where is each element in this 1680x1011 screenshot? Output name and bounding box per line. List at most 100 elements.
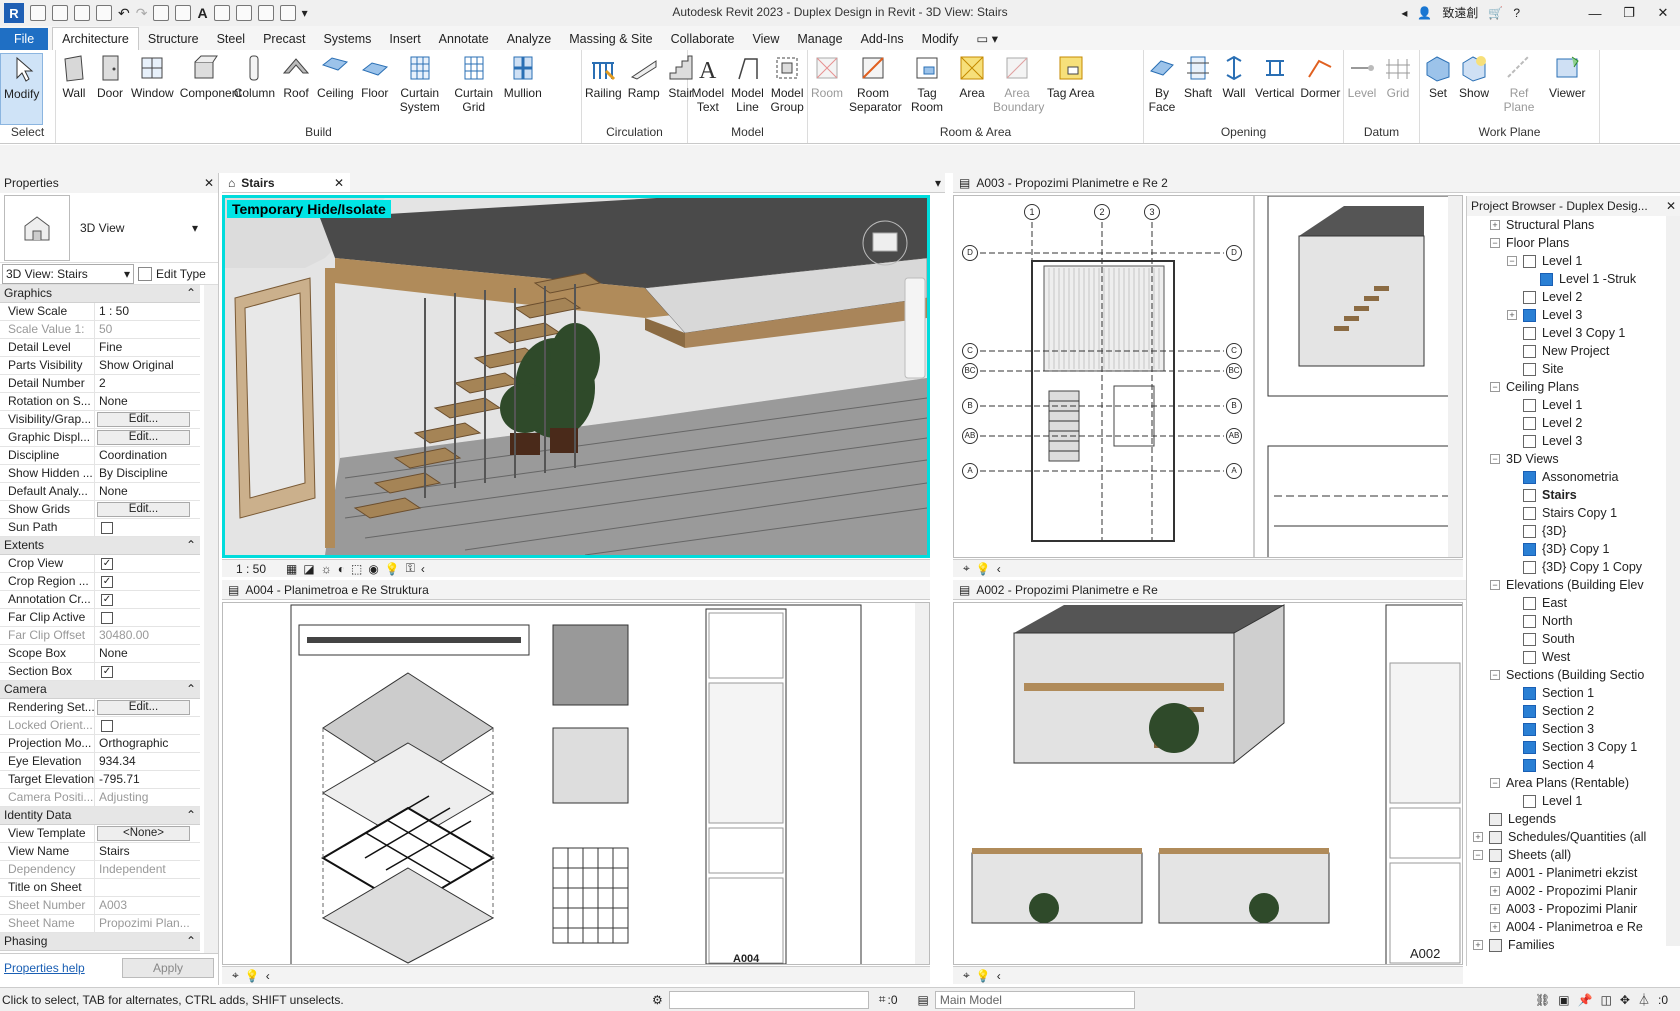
tree-item[interactable]: {3D} Copy 1 — [1467, 540, 1680, 558]
tree-item[interactable]: Site — [1467, 360, 1680, 378]
reveal-icon[interactable]: 💡 — [976, 562, 991, 576]
component-button[interactable]: Component — [177, 53, 242, 125]
edit-button[interactable]: Edit... — [97, 700, 190, 715]
tab-structure[interactable]: Structure — [139, 28, 208, 50]
checkbox[interactable] — [101, 522, 113, 534]
collapse-icon[interactable]: ⌃ — [186, 538, 196, 553]
tree-item[interactable]: + A001 - Planimetri ekzist — [1467, 864, 1680, 882]
collapse-icon[interactable]: ⌃ — [186, 934, 196, 949]
tab-architecture[interactable]: Architecture — [52, 27, 139, 50]
expand-icon[interactable]: + — [1490, 220, 1500, 230]
tree-item[interactable]: + Structural Plans — [1467, 216, 1680, 234]
instance-selector[interactable]: 3D View: Stairs ▾ — [2, 263, 134, 284]
tree-item[interactable]: East — [1467, 594, 1680, 612]
redo-icon[interactable]: ↷ — [136, 5, 148, 22]
property-value[interactable]: 2 — [95, 375, 200, 392]
section-extents[interactable]: Extents ⌃ — [0, 537, 200, 555]
type-selector[interactable]: 3D View ▾ — [0, 193, 218, 263]
ramp-button[interactable]: Ramp — [625, 53, 663, 125]
tree-item[interactable]: + Families — [1467, 936, 1680, 954]
edit-type-button[interactable]: Edit Type — [156, 267, 206, 281]
property-value[interactable]: None — [95, 645, 200, 662]
scroll-left-icon[interactable]: ‹ — [266, 969, 270, 983]
tree-item[interactable]: Level 2 — [1467, 288, 1680, 306]
grid-bubble[interactable]: 3 — [1144, 204, 1160, 220]
grid-bubble[interactable]: 2 — [1094, 204, 1110, 220]
tag-room-button[interactable]: Tag Room — [900, 53, 954, 125]
text-icon[interactable]: A — [197, 5, 207, 21]
tab-steel[interactable]: Steel — [208, 28, 255, 50]
expand-icon[interactable]: + — [1473, 940, 1483, 950]
expand-icon[interactable]: + — [1490, 868, 1500, 878]
user-icon[interactable]: 👤 — [1417, 6, 1432, 20]
apply-button[interactable]: Apply — [122, 957, 214, 978]
collapse-icon[interactable]: − — [1473, 850, 1483, 860]
column-button[interactable]: Column — [231, 53, 278, 125]
scroll-left-icon[interactable]: ‹ — [997, 562, 1001, 576]
shaft-button[interactable]: Shaft — [1180, 53, 1216, 125]
panel-label[interactable]: Work Plane — [1420, 125, 1599, 143]
tree-item[interactable]: North — [1467, 612, 1680, 630]
tree-item[interactable]: − Area Plans (Rentable) — [1467, 774, 1680, 792]
design-option-field[interactable]: Main Model — [934, 990, 1135, 1009]
property-value[interactable]: -795.71 — [95, 771, 200, 788]
tree-item[interactable]: −3D Views — [1467, 450, 1680, 468]
tab-view-a004[interactable]: ▤ A004 - Planimetroa e Re Struktura — [222, 580, 930, 600]
tab-precast[interactable]: Precast — [254, 28, 314, 50]
visual-style-icon[interactable]: ◪ — [303, 562, 314, 576]
tab-view-a003[interactable]: ▤ A003 - Propozimi Planimetre e Re 2 — [953, 173, 1680, 193]
reveal-icon[interactable]: 💡 — [385, 562, 400, 576]
collapse-icon[interactable]: ⌃ — [186, 808, 196, 823]
property-value[interactable]: Coordination — [95, 447, 200, 464]
edit-button[interactable]: Edit... — [97, 430, 190, 445]
tree-item[interactable]: − Elevations (Building Elev — [1467, 576, 1680, 594]
user-name[interactable]: 致遠創 — [1442, 4, 1478, 21]
roof-button[interactable]: Roof — [278, 53, 314, 125]
search-icon[interactable]: ◂ — [1401, 6, 1407, 20]
tree-item[interactable]: Stairs Copy 1 — [1467, 504, 1680, 522]
tab-manage[interactable]: Manage — [788, 28, 851, 50]
tree-item[interactable]: Section 2 — [1467, 702, 1680, 720]
3d-view-icon[interactable] — [213, 5, 230, 21]
model-line-button[interactable]: Model Line — [728, 53, 768, 125]
switch-windows-icon[interactable] — [279, 5, 296, 21]
section-icon[interactable] — [235, 5, 252, 21]
shadows-icon[interactable]: ◐ — [338, 562, 345, 576]
tab-collaborate[interactable]: Collaborate — [662, 28, 744, 50]
tab-analyze[interactable]: Analyze — [498, 28, 560, 50]
collapse-icon[interactable]: ⌃ — [186, 286, 196, 301]
tree-item[interactable]: Section 3 — [1467, 720, 1680, 738]
tree-item[interactable]: {3D} Copy 1 Copy — [1467, 558, 1680, 576]
view-scale[interactable]: 1 : 50 — [236, 562, 266, 576]
section-graphics[interactable]: Graphics ⌃ — [0, 285, 200, 303]
railing-button[interactable]: Railing — [582, 53, 625, 125]
tree-item[interactable]: − Sections (Building Sectio — [1467, 666, 1680, 684]
browser-scrollbar[interactable] — [1666, 216, 1680, 946]
design-options-icon[interactable]: ▤ — [918, 993, 929, 1007]
contextual-dropdown-icon[interactable]: ▭ ▾ — [968, 27, 1008, 50]
section-identity-data[interactable]: Identity Data ⌃ — [0, 807, 200, 825]
save-icon[interactable] — [74, 5, 90, 21]
panel-label[interactable]: Room & Area — [808, 125, 1143, 143]
wall-button[interactable]: Wall — [1216, 53, 1252, 125]
property-value[interactable] — [95, 879, 200, 896]
collapse-icon[interactable]: − — [1490, 382, 1500, 392]
expand-icon[interactable]: + — [1490, 922, 1500, 932]
home-icon[interactable] — [30, 5, 46, 21]
section-camera[interactable]: Camera ⌃ — [0, 681, 200, 699]
steering-wheel-icon[interactable]: ⌖ — [963, 561, 970, 576]
tree-item[interactable]: Section 3 Copy 1 — [1467, 738, 1680, 756]
ceiling-button[interactable]: Ceiling — [314, 53, 357, 125]
collapse-icon[interactable]: − — [1490, 670, 1500, 680]
grid-bubble[interactable]: A — [962, 463, 978, 479]
wall-button[interactable]: Wall — [56, 53, 92, 125]
grid-bubble[interactable]: C — [962, 343, 978, 359]
grid-bubble[interactable]: AB — [1226, 428, 1242, 444]
checkbox[interactable]: ✓ — [101, 666, 113, 678]
measure-icon[interactable] — [175, 5, 192, 21]
ref-plane-button[interactable]: Ref Plane — [1492, 53, 1546, 125]
edit-button[interactable]: Edit... — [97, 412, 190, 427]
panel-label[interactable]: Select — [0, 125, 55, 143]
select-links-icon[interactable]: ⛓ — [1535, 993, 1550, 1007]
tab-modify[interactable]: Modify — [913, 28, 968, 50]
